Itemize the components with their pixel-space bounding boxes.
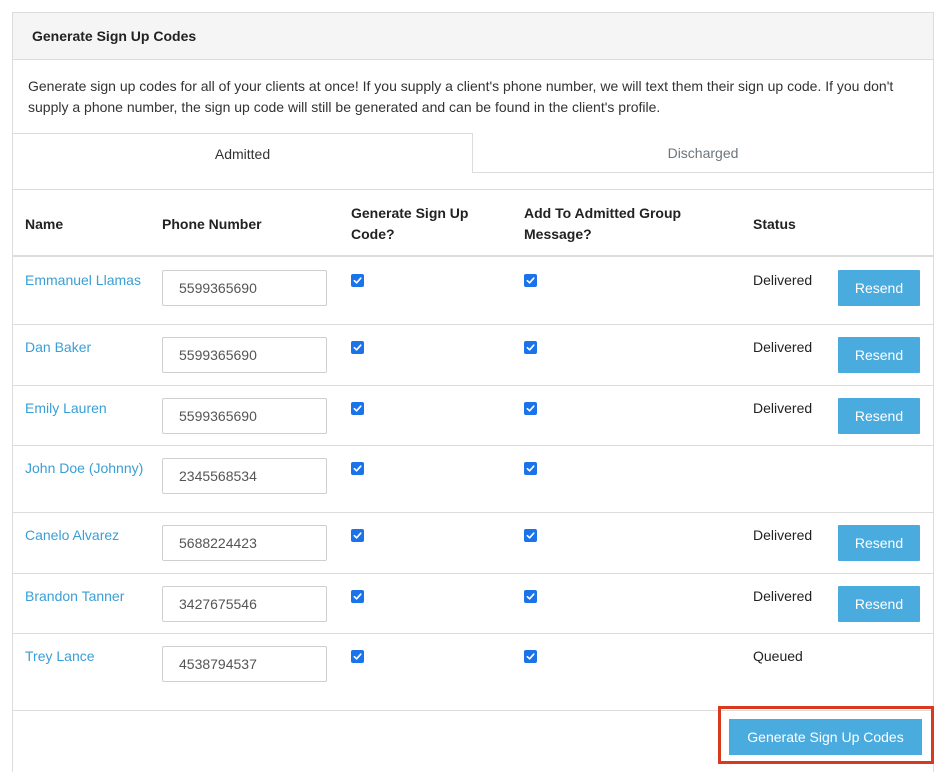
header-add: Add To Admitted Group Message? xyxy=(524,203,681,245)
tab-bar: Admitted Discharged xyxy=(13,133,933,173)
generate-code-checkbox[interactable] xyxy=(351,274,364,287)
table-row: Dan Baker Delivered Resend xyxy=(13,325,933,386)
add-to-group-checkbox[interactable] xyxy=(524,590,537,603)
resend-button[interactable]: Resend xyxy=(838,398,920,434)
clients-table: Name Phone Number Generate Sign Up Code?… xyxy=(13,189,933,711)
generate-sign-up-codes-button[interactable]: Generate Sign Up Codes xyxy=(729,719,922,755)
generate-code-checkbox[interactable] xyxy=(351,462,364,475)
client-name-link[interactable]: Brandon Tanner xyxy=(25,586,145,607)
phone-number-input[interactable] xyxy=(162,458,327,494)
client-name-link[interactable]: Trey Lance xyxy=(25,646,145,667)
add-to-group-checkbox[interactable] xyxy=(524,402,537,415)
phone-number-input[interactable] xyxy=(162,398,327,434)
tab-discharged[interactable]: Discharged xyxy=(473,133,933,173)
add-to-group-checkbox[interactable] xyxy=(524,650,537,663)
header-phone: Phone Number xyxy=(162,216,262,232)
client-name-link[interactable]: John Doe (Johnny) xyxy=(25,458,145,479)
phone-number-input[interactable] xyxy=(162,646,327,682)
status-text: Delivered xyxy=(753,272,813,288)
client-name-link[interactable]: Dan Baker xyxy=(25,337,145,358)
table-row: John Doe (Johnny) xyxy=(13,446,933,513)
header-add-line2: Message? xyxy=(524,226,592,242)
generate-code-checkbox[interactable] xyxy=(351,529,364,542)
table-row: Emily Lauren Delivered Resend xyxy=(13,386,933,446)
phone-number-input[interactable] xyxy=(162,337,327,373)
header-generate-line1: Generate Sign Up xyxy=(351,205,469,221)
generate-code-checkbox[interactable] xyxy=(351,402,364,415)
resend-button[interactable]: Resend xyxy=(838,525,920,561)
add-to-group-checkbox[interactable] xyxy=(524,274,537,287)
generate-codes-panel: Generate Sign Up Codes Generate sign up … xyxy=(12,12,934,772)
client-name-link[interactable]: Canelo Alvarez xyxy=(25,525,145,546)
panel-header: Generate Sign Up Codes xyxy=(13,13,933,60)
status-text: Queued xyxy=(753,648,803,664)
table-row: Canelo Alvarez Delivered Resend xyxy=(13,513,933,574)
status-text: Delivered xyxy=(753,400,813,416)
status-text: Delivered xyxy=(753,588,813,604)
tab-admitted[interactable]: Admitted xyxy=(13,133,473,173)
status-text: Delivered xyxy=(753,339,813,355)
panel-title: Generate Sign Up Codes xyxy=(32,28,197,44)
resend-button[interactable]: Resend xyxy=(838,337,920,373)
client-name-link[interactable]: Emily Lauren xyxy=(25,398,145,419)
table-header: Name Phone Number Generate Sign Up Code?… xyxy=(13,190,933,257)
client-name-link[interactable]: Emmanuel Llamas xyxy=(25,270,145,291)
intro-text: Generate sign up codes for all of your c… xyxy=(28,78,894,115)
add-to-group-checkbox[interactable] xyxy=(524,529,537,542)
add-to-group-checkbox[interactable] xyxy=(524,462,537,475)
generate-code-checkbox[interactable] xyxy=(351,341,364,354)
phone-number-input[interactable] xyxy=(162,270,327,306)
generate-code-checkbox[interactable] xyxy=(351,650,364,663)
status-text: Delivered xyxy=(753,527,813,543)
resend-button[interactable]: Resend xyxy=(838,270,920,306)
resend-button[interactable]: Resend xyxy=(838,586,920,622)
table-row: Trey Lance Queued xyxy=(13,634,933,711)
header-generate-line2: Code? xyxy=(351,226,395,242)
table-row: Brandon Tanner Delivered Resend xyxy=(13,574,933,634)
phone-number-input[interactable] xyxy=(162,586,327,622)
header-name: Name xyxy=(25,216,64,232)
header-generate: Generate Sign Up Code? xyxy=(351,203,468,245)
generate-code-checkbox[interactable] xyxy=(351,590,364,603)
header-status: Status xyxy=(753,216,796,232)
header-add-line1: Add To Admitted Group xyxy=(524,205,682,221)
add-to-group-checkbox[interactable] xyxy=(524,341,537,354)
phone-number-input[interactable] xyxy=(162,525,327,561)
table-row: Emmanuel Llamas Delivered Resend xyxy=(13,258,933,325)
